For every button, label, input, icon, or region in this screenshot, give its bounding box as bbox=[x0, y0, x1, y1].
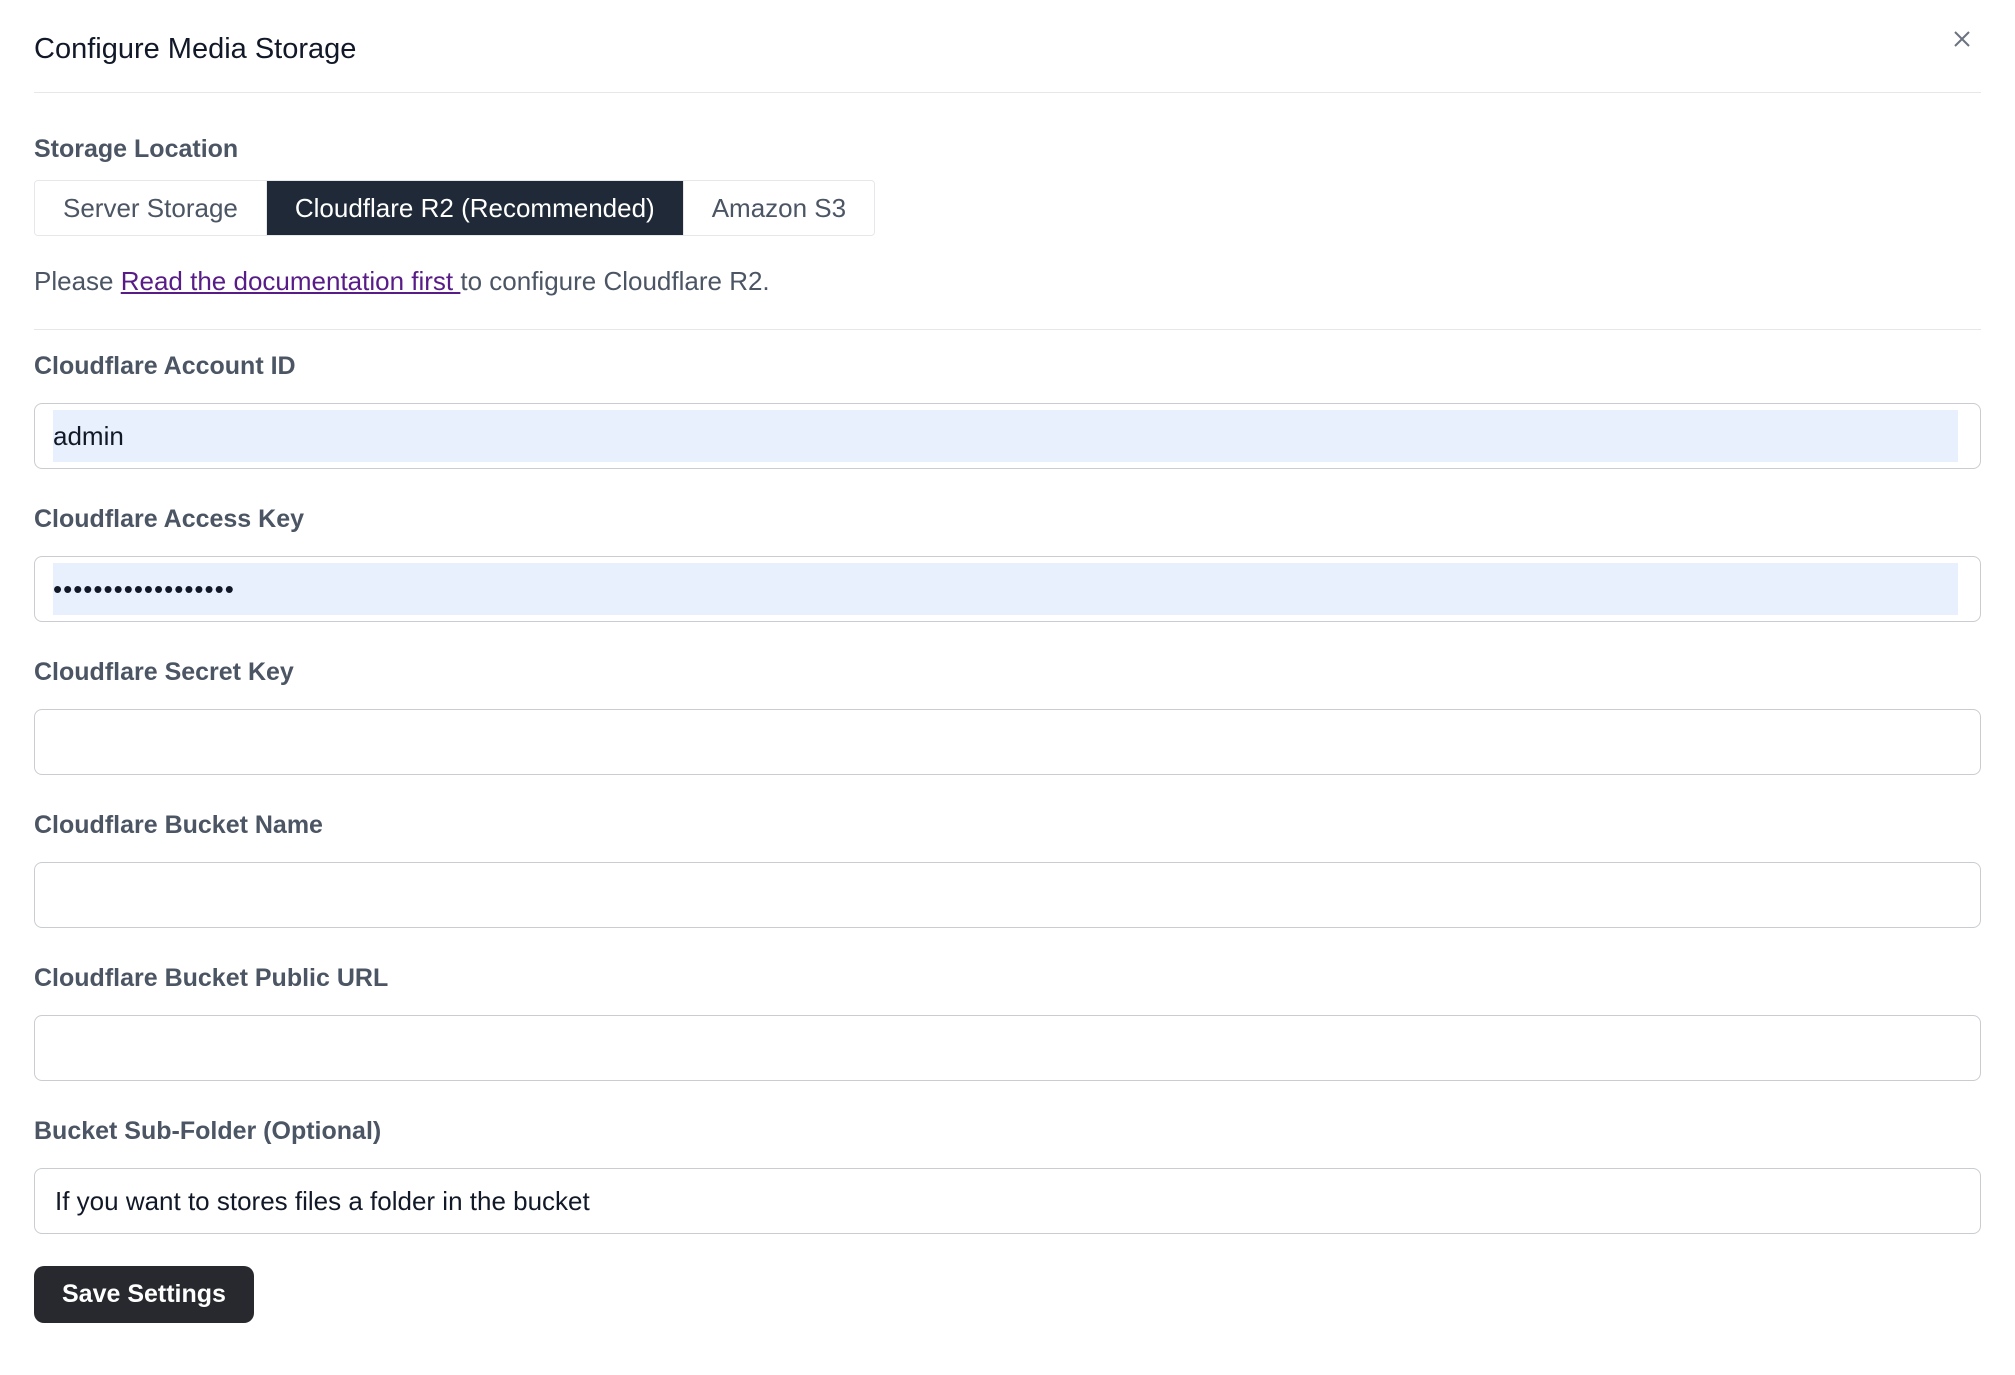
account-id-input[interactable]: admin bbox=[34, 403, 1981, 469]
bucket-name-label: Cloudflare Bucket Name bbox=[34, 811, 323, 839]
bucket-url-field: Cloudflare Bucket Public URL bbox=[34, 962, 1981, 1081]
close-icon[interactable] bbox=[1945, 22, 1979, 56]
account-id-label: Cloudflare Account ID bbox=[34, 352, 296, 380]
account-id-field: Cloudflare Account ID admin bbox=[34, 350, 1981, 469]
sub-folder-placeholder: If you want to stores files a folder in … bbox=[55, 1185, 590, 1216]
secret-key-input[interactable] bbox=[34, 709, 1981, 775]
secret-key-field: Cloudflare Secret Key bbox=[34, 656, 1981, 775]
secret-key-label: Cloudflare Secret Key bbox=[34, 658, 294, 686]
secret-key-value bbox=[55, 716, 1960, 768]
access-key-value: •••••••••••••••••• bbox=[53, 563, 1958, 615]
documentation-note: Please Read the documentation first to c… bbox=[34, 266, 1981, 330]
option-cloudflare-r2[interactable]: Cloudflare R2 (Recommended) bbox=[266, 181, 684, 235]
sub-folder-field: Bucket Sub-Folder (Optional) If you want… bbox=[34, 1115, 1981, 1234]
save-settings-button[interactable]: Save Settings bbox=[34, 1266, 254, 1323]
option-amazon-s3[interactable]: Amazon S3 bbox=[683, 181, 875, 235]
access-key-label: Cloudflare Access Key bbox=[34, 505, 305, 533]
note-suffix: to configure Cloudflare R2. bbox=[460, 266, 770, 296]
note-prefix: Please bbox=[34, 266, 121, 296]
option-server-storage[interactable]: Server Storage bbox=[35, 181, 267, 235]
modal-header: Configure Media Storage bbox=[34, 0, 1981, 93]
bucket-url-input[interactable] bbox=[34, 1015, 1981, 1081]
bucket-name-field: Cloudflare Bucket Name bbox=[34, 809, 1981, 928]
bucket-name-value bbox=[55, 869, 1960, 921]
access-key-input[interactable]: •••••••••••••••••• bbox=[34, 556, 1981, 622]
storage-location-label: Storage Location bbox=[34, 135, 239, 163]
access-key-field: Cloudflare Access Key •••••••••••••••••• bbox=[34, 503, 1981, 622]
bucket-url-label: Cloudflare Bucket Public URL bbox=[34, 964, 389, 992]
bucket-name-input[interactable] bbox=[34, 862, 1981, 928]
bucket-url-value bbox=[55, 1022, 1960, 1074]
account-id-value: admin bbox=[53, 410, 1958, 462]
configure-media-storage-modal: Configure Media Storage Storage Location… bbox=[0, 0, 2015, 1375]
sub-folder-input[interactable]: If you want to stores files a folder in … bbox=[34, 1168, 1981, 1234]
documentation-link[interactable]: Read the documentation first bbox=[121, 266, 461, 296]
storage-location-selector: Server Storage Cloudflare R2 (Recommende… bbox=[34, 180, 876, 236]
sub-folder-label: Bucket Sub-Folder (Optional) bbox=[34, 1117, 382, 1145]
modal-title: Configure Media Storage bbox=[34, 32, 357, 65]
